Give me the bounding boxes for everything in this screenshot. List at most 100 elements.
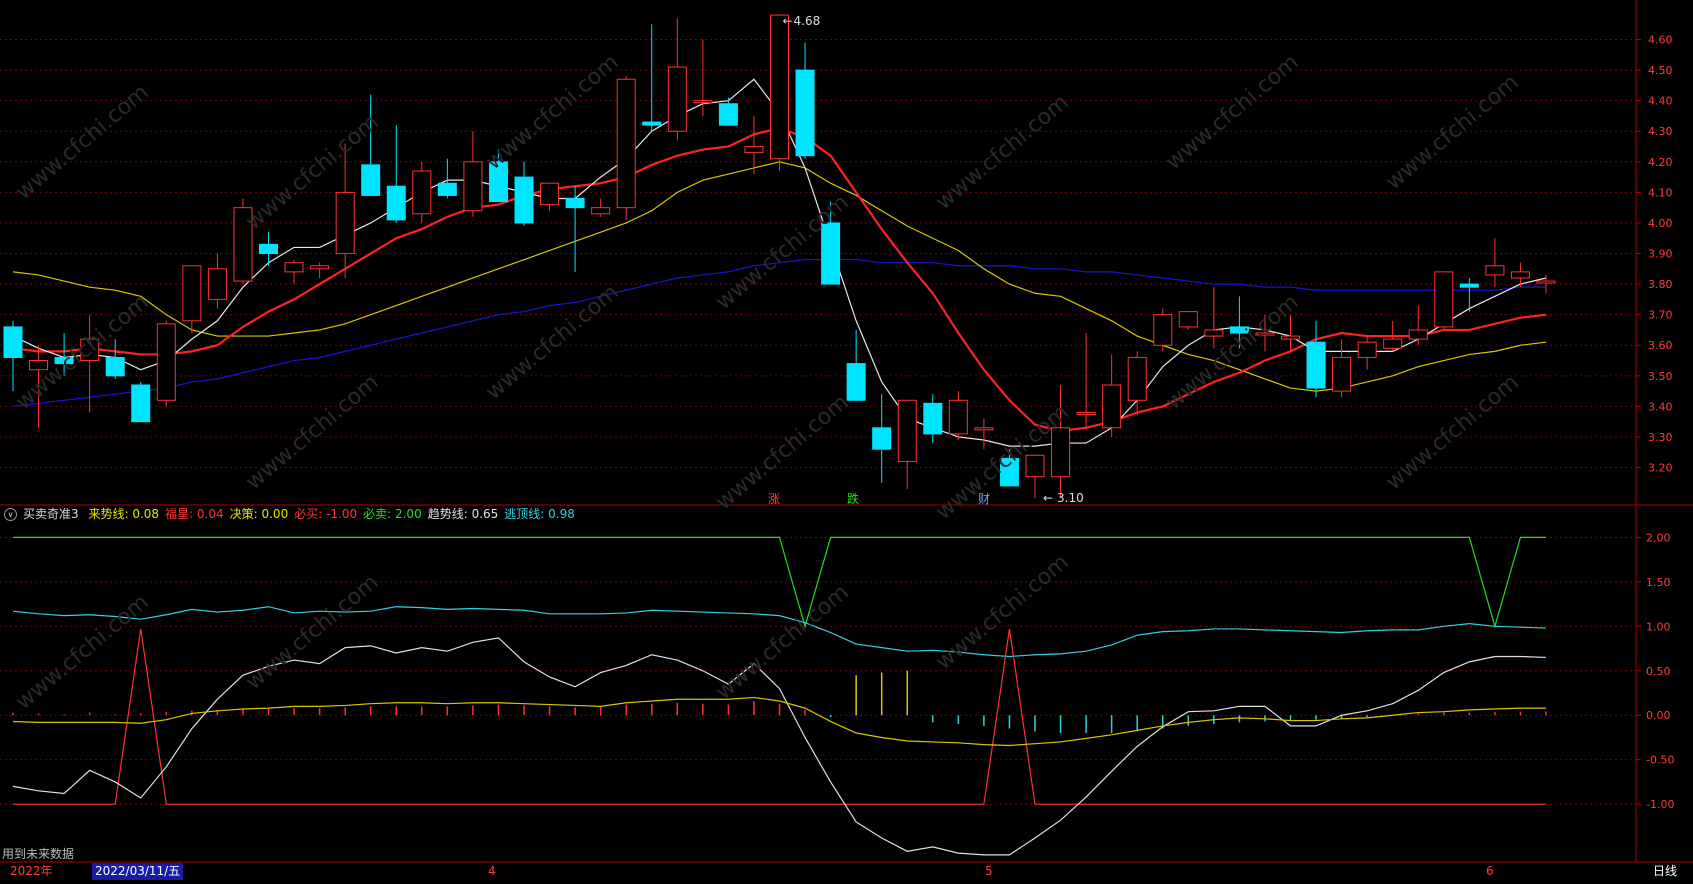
- price-tick-label: 4.60: [1648, 34, 1673, 47]
- collapse-icon[interactable]: ∨: [4, 508, 17, 521]
- indicator-value: 0.08: [132, 507, 160, 521]
- high-arrow: ←: [783, 14, 793, 28]
- price-tick-label: 4.00: [1648, 217, 1673, 230]
- candle-body: [233, 207, 253, 282]
- low-arrow: ←: [1043, 491, 1053, 505]
- candle-body: [1178, 311, 1198, 328]
- marker-zhang: 涨: [768, 492, 781, 506]
- indicator-item: 必卖: 2.00: [363, 507, 422, 521]
- ind-tick-label: 2.00: [1646, 531, 1671, 544]
- ind-tick-label: 0.00: [1646, 709, 1671, 722]
- candle-body: [1383, 338, 1403, 349]
- period-button[interactable]: 日线: [1640, 863, 1690, 880]
- candle-body: [207, 268, 227, 300]
- candle-body: [156, 323, 176, 401]
- indicator-item: 逃顶线: 0.98: [504, 507, 575, 521]
- candle-body: [1204, 329, 1224, 337]
- price-tick-label: 3.60: [1648, 339, 1673, 352]
- price-tick-label: 4.30: [1648, 125, 1673, 138]
- candle-body: [1485, 265, 1505, 276]
- candle-body: [182, 265, 202, 322]
- candle-body: [1127, 356, 1147, 401]
- month-tick-4: 4: [488, 864, 496, 878]
- candle-body: [514, 176, 534, 224]
- candle-body: [897, 399, 917, 462]
- candle-body: [795, 69, 815, 157]
- candle-body: [1510, 271, 1530, 279]
- candle-body: [361, 164, 381, 196]
- candle-body: [642, 121, 662, 126]
- candle-body: [770, 14, 789, 160]
- high-price-label: 4.68: [794, 14, 821, 28]
- candle-body: [948, 399, 968, 435]
- marker-cai: 财: [978, 492, 991, 506]
- candle-body: [463, 161, 483, 212]
- candle-body: [105, 356, 125, 377]
- indicator-item: 福星: 0.04: [165, 507, 224, 521]
- indicator-name[interactable]: 买卖奇准3: [23, 507, 79, 521]
- indicator-value: 0.04: [196, 507, 224, 521]
- ind-tick-label: 0.50: [1646, 665, 1671, 678]
- candle-body: [386, 185, 406, 221]
- candle-body: [54, 356, 74, 365]
- candle-body: [1459, 283, 1479, 288]
- low-price-label: 3.10: [1057, 491, 1084, 505]
- candle-body: [1102, 384, 1122, 429]
- candle-body: [437, 182, 457, 196]
- indicator-item: 决策: 0.00: [229, 507, 289, 521]
- candle-body: [310, 265, 330, 270]
- candle-body: [591, 207, 611, 215]
- candle-body: [1306, 341, 1326, 389]
- candle-body: [1357, 341, 1377, 358]
- chart-canvas: 4.60 4.50 4.40 4.30 4.20 4.10 4.00 3.90 3.80 3.70…: [0, 0, 1693, 863]
- price-tick-label: 4.40: [1648, 95, 1673, 108]
- candle-body: [565, 197, 585, 209]
- candle-body: [80, 338, 100, 362]
- candle-body: [872, 427, 892, 450]
- indicator-value: 2.00: [394, 507, 422, 521]
- price-tick-label: 3.40: [1648, 400, 1673, 413]
- indicator-header: ∨ 买卖奇准3 来势线: 0.08 福星: 0.04 决策: 0.00 必买: -1.0…: [0, 505, 1640, 523]
- price-tick-label: 4.20: [1648, 156, 1673, 169]
- candle-body: [974, 427, 994, 431]
- future-data-note: 用到未来数据: [2, 847, 75, 861]
- candle-body: [284, 262, 304, 273]
- ind-tick-label: -1.00: [1646, 798, 1674, 811]
- price-tick-label: 4.10: [1648, 186, 1673, 199]
- candle-body: [1051, 427, 1071, 478]
- price-tick-label: 4.50: [1648, 64, 1673, 77]
- candle-body: [821, 222, 841, 285]
- candle-body: [1153, 314, 1173, 346]
- candle-body: [999, 457, 1019, 487]
- candle-body: [1025, 454, 1045, 478]
- price-tick-label: 3.80: [1648, 278, 1673, 291]
- indicator-item: 来势线: 0.08: [88, 507, 160, 521]
- candle-body: [1255, 332, 1275, 336]
- month-tick-6: 6: [1486, 864, 1494, 878]
- candle-body: [1408, 329, 1428, 340]
- indicator-item: 趋势线: 0.65: [427, 507, 499, 521]
- marker-die: 跌: [847, 492, 860, 506]
- indicator-value: -1.00: [326, 507, 358, 521]
- candle-body: [412, 170, 432, 215]
- month-tick-5: 5: [985, 864, 993, 878]
- candle-body: [540, 182, 560, 206]
- ind-tick-label: -0.50: [1646, 754, 1674, 767]
- candle-body: [1076, 412, 1096, 416]
- indicator-value: 0.65: [471, 507, 499, 521]
- time-axis: 2022年 2022/03/11/五 4 5 6 日线: [0, 863, 1693, 880]
- ind-tick-label: 1.50: [1646, 576, 1671, 589]
- candle-body: [846, 363, 866, 401]
- candle-body: [29, 360, 49, 371]
- price-tick-label: 3.50: [1648, 370, 1673, 383]
- candle-body: [259, 243, 278, 255]
- ind-tick-label: 1.00: [1646, 620, 1671, 633]
- cursor-date: 2022/03/11/五: [92, 863, 184, 880]
- price-tick-label: 3.30: [1648, 431, 1673, 444]
- candle-body: [1229, 326, 1249, 334]
- candle-body: [3, 326, 23, 358]
- candle-body: [131, 384, 151, 423]
- candle-body: [1434, 271, 1454, 328]
- candle-body: [667, 66, 687, 132]
- year-label: 2022年: [10, 864, 53, 878]
